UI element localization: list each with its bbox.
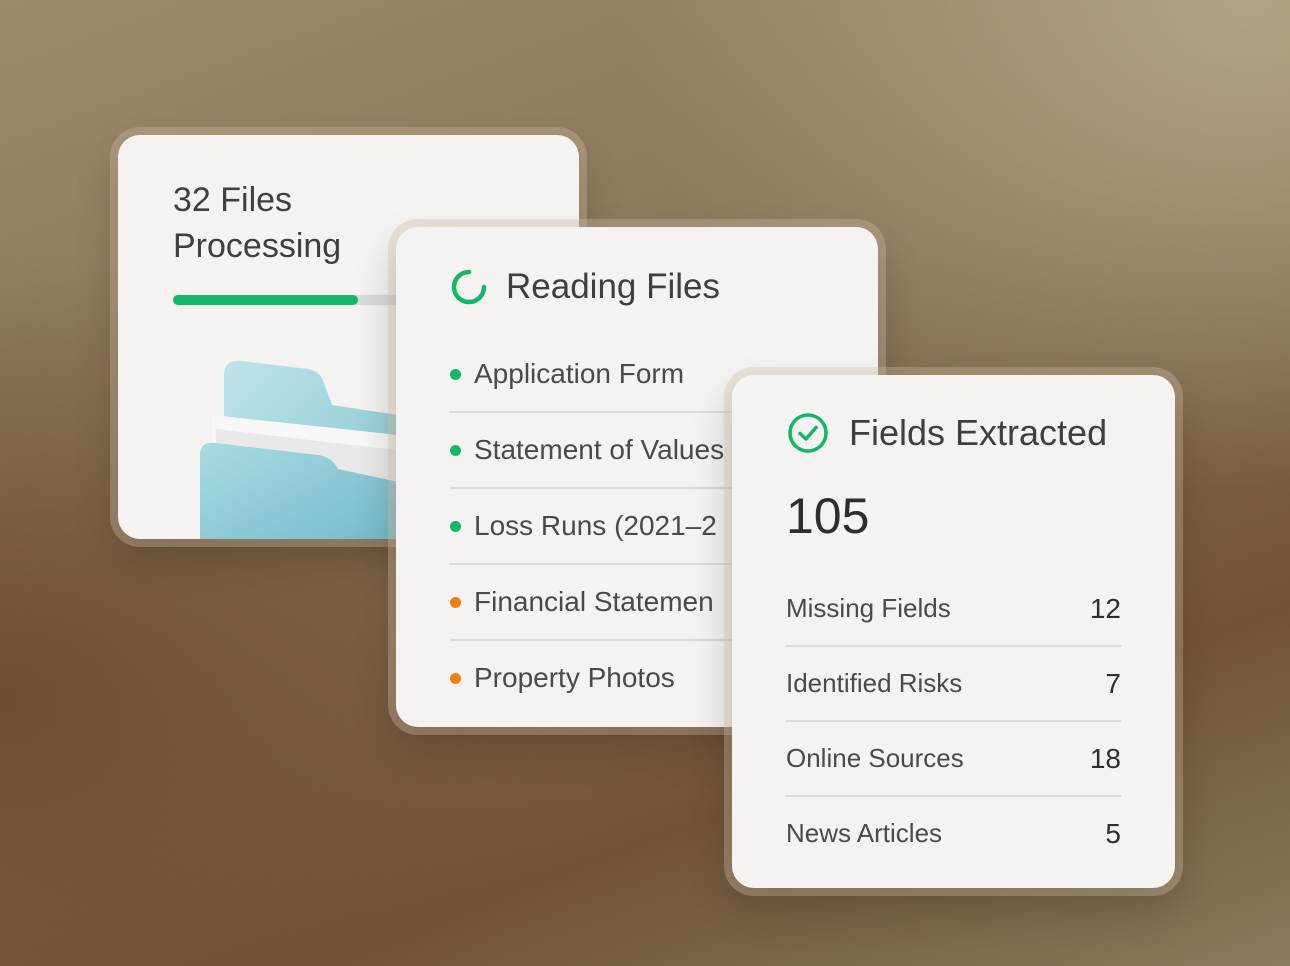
file-label: Application Form (474, 358, 685, 389)
loading-spinner-icon (451, 269, 487, 305)
reading-files-title: Reading Files (506, 267, 720, 306)
file-list-item: Statement of Values (450, 413, 740, 489)
processing-progress-bar (173, 295, 413, 305)
stat-value: 5 (1105, 817, 1121, 849)
file-label: Property Photos (474, 662, 675, 693)
status-dot (450, 596, 461, 608)
file-list-item: Property Photos (450, 641, 740, 715)
stat-value: 7 (1105, 667, 1121, 699)
stat-row: Online Sources 18 (786, 722, 1121, 797)
stat-row: Identified Risks 7 (786, 647, 1121, 722)
stat-value: 12 (1089, 592, 1121, 624)
fields-extracted-card: Fields Extracted 105 Missing Fields 12 I… (732, 375, 1175, 888)
stat-list: Missing Fields 12 Identified Risks 7 Onl… (786, 572, 1121, 870)
file-list-item: Application Form (450, 337, 740, 413)
status-dot (450, 672, 461, 684)
stat-label: Online Sources (786, 743, 964, 773)
fields-extracted-header: Fields Extracted (787, 412, 1107, 454)
stat-row: Missing Fields 12 (786, 572, 1121, 647)
processing-title: 32 Files Processing (173, 181, 342, 265)
stat-row: News Articles 5 (786, 797, 1121, 870)
fields-count: 105 (786, 488, 870, 544)
file-label: Financial Statemen (474, 586, 714, 617)
file-label: Statement of Values (474, 434, 725, 465)
fields-extracted-title: Fields Extracted (849, 412, 1108, 453)
progress-fill (173, 295, 358, 305)
status-dot (450, 444, 461, 456)
reading-files-header: Reading Files (450, 267, 720, 307)
stat-label: News Articles (786, 818, 943, 848)
check-circle-icon (788, 413, 828, 453)
stat-label: Identified Risks (786, 668, 963, 698)
status-dot (450, 368, 461, 380)
status-dot (450, 520, 461, 532)
file-list-item: Financial Statemen (450, 565, 740, 641)
file-label: Loss Runs (2021–2 (474, 510, 717, 541)
file-list-item: Loss Runs (2021–2 (450, 489, 740, 565)
file-list: Application Form Statement of Values Los… (450, 337, 740, 715)
stat-value: 18 (1089, 742, 1121, 774)
stat-label: Missing Fields (786, 593, 951, 623)
